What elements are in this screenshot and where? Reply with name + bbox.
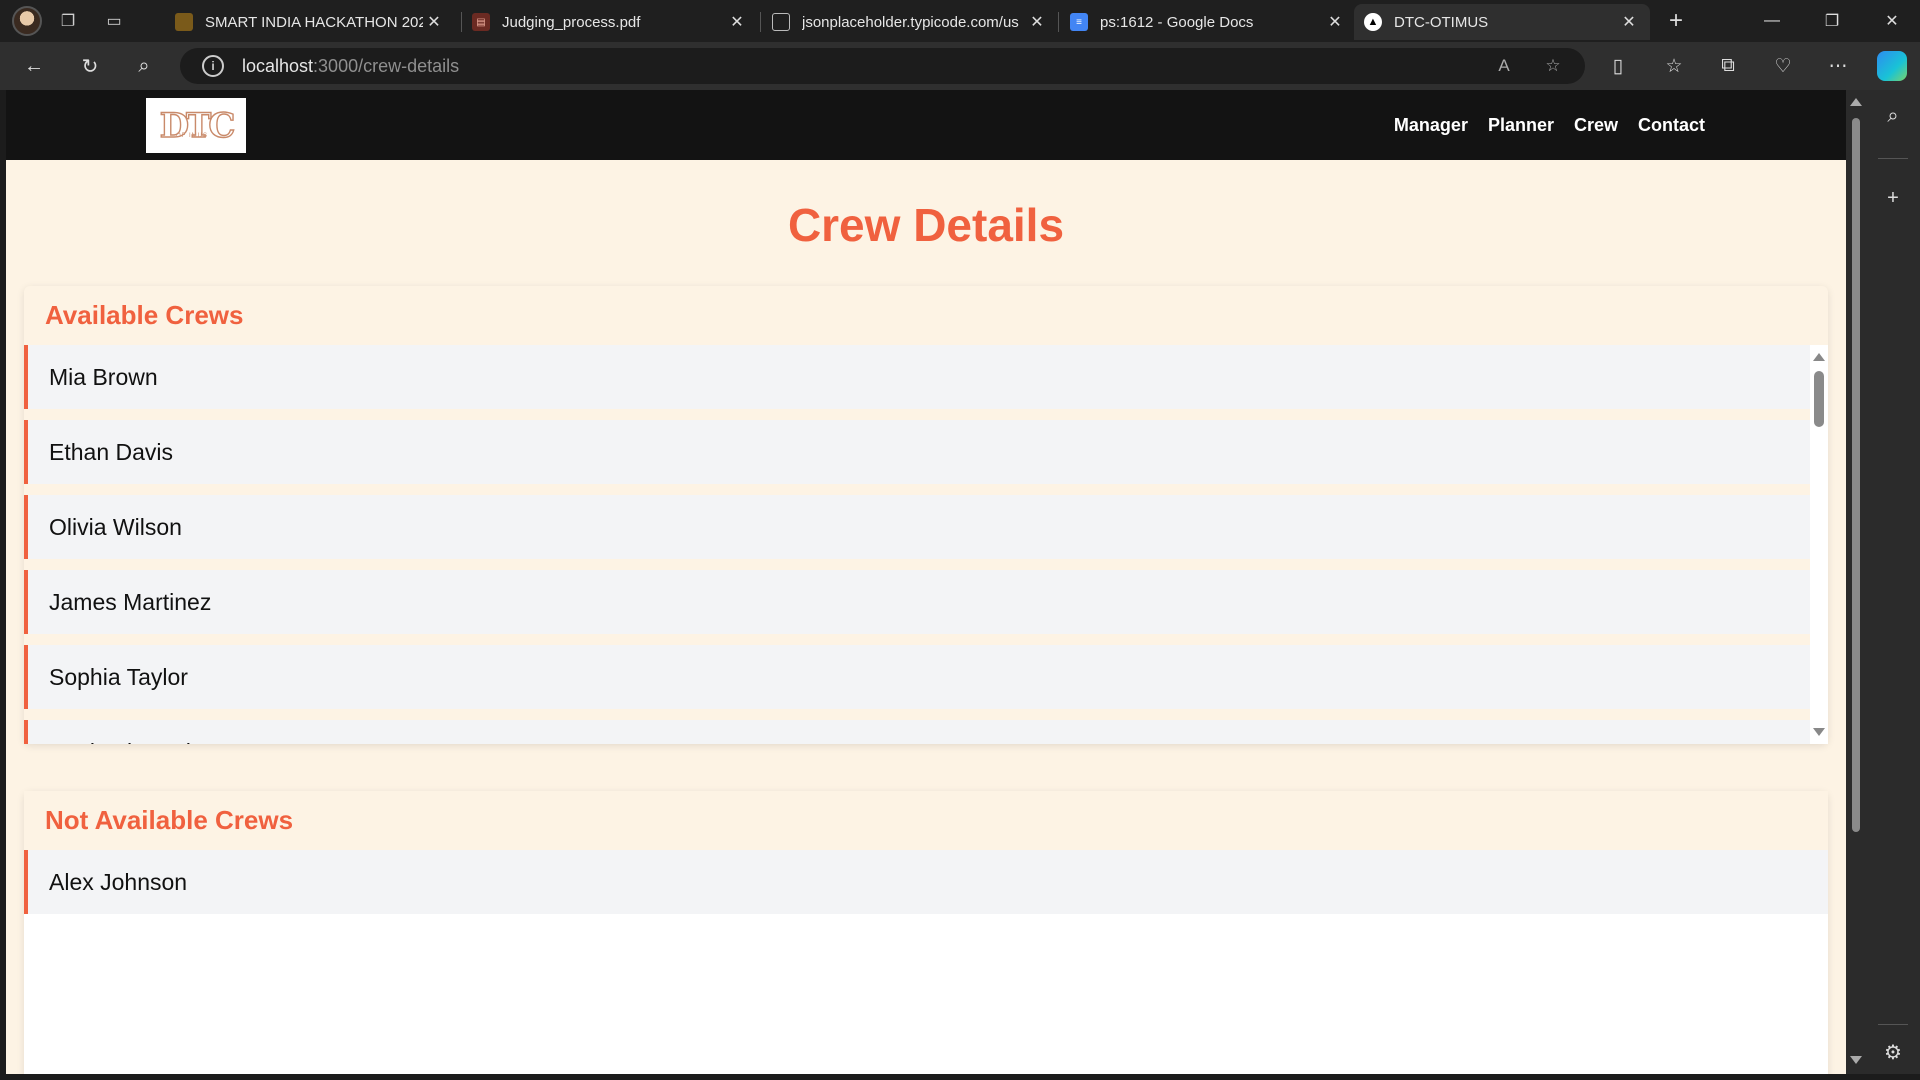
split-screen-icon[interactable]: ▯	[1600, 50, 1636, 82]
favorite-star-icon[interactable]: ☆	[1541, 54, 1565, 78]
page-title: Crew Details	[787, 199, 1065, 251]
collections-icon[interactable]: ⧉	[1710, 50, 1746, 82]
restore-icon[interactable]: ❐	[1804, 0, 1860, 42]
tab-google-docs[interactable]: ≡ ps:1612 - Google Docs ✕	[1060, 4, 1356, 40]
search-icon[interactable]: ⌕	[126, 50, 162, 82]
file-icon	[772, 13, 790, 31]
nav-crew[interactable]: Crew	[1574, 115, 1618, 136]
tab-jsonplaceholder[interactable]: jsonplaceholder.typicode.com/us ✕	[762, 4, 1058, 40]
favorites-icon[interactable]: ☆	[1656, 50, 1692, 82]
close-tab-icon[interactable]: ✕	[726, 12, 748, 32]
nav-contact[interactable]: Contact	[1638, 115, 1705, 136]
nav-links: Manager Planner Crew Contact	[1394, 90, 1705, 160]
crew-item[interactable]: Mia Brown	[24, 345, 1810, 409]
site-navbar: DTC OF IMUS Manager Planner Crew Contact	[6, 90, 1846, 160]
not-available-crews-list[interactable]: Alex Johnson	[24, 850, 1828, 925]
tab-dtc-otimus[interactable]: ▲ DTC-OTIMUS ✕	[1354, 4, 1650, 40]
new-tab-button[interactable]: +	[1660, 6, 1692, 36]
site-info-icon[interactable]: i	[202, 55, 224, 77]
minimize-icon[interactable]: —	[1744, 0, 1800, 42]
add-icon[interactable]: +	[1881, 186, 1905, 210]
scroll-thumb[interactable]	[1852, 118, 1860, 832]
back-icon[interactable]: ←	[16, 50, 52, 82]
page-viewport: DTC OF IMUS Manager Planner Crew Contact…	[6, 90, 1846, 1074]
available-crews-list[interactable]: Mia Brown Ethan Davis Olivia Wilson Jame…	[24, 345, 1828, 744]
tab-judging-pdf[interactable]: ▤ Judging_process.pdf ✕	[462, 4, 758, 40]
close-tab-icon[interactable]: ✕	[1618, 12, 1640, 32]
crew-item[interactable]: Sophia Taylor	[24, 645, 1810, 709]
more-options-icon[interactable]: ⋯	[1820, 50, 1856, 82]
list-scrollbar[interactable]	[1810, 345, 1828, 744]
copilot-icon[interactable]	[1877, 51, 1907, 81]
docs-icon: ≡	[1070, 13, 1088, 31]
search-icon[interactable]: ⌕	[1881, 104, 1905, 128]
not-available-crews-card: Not Available Crews Alex Johnson	[24, 791, 1828, 1074]
read-aloud-icon[interactable]: A	[1492, 54, 1516, 78]
browser-tab-bar: ❐ ▭ SMART INDIA HACKATHON 2024 ✕ ▤ Judgi…	[0, 0, 1920, 42]
workspaces-icon[interactable]: ❐	[48, 4, 88, 38]
refresh-icon[interactable]: ↻	[72, 50, 108, 82]
scroll-up-arrow-icon[interactable]	[1850, 98, 1862, 106]
scroll-thumb[interactable]	[1814, 371, 1824, 427]
dtc-logo[interactable]: DTC OF IMUS	[146, 98, 246, 153]
settings-gear-icon[interactable]: ⚙	[1881, 1040, 1905, 1064]
crew-item[interactable]: Olivia Wilson	[24, 495, 1810, 559]
address-bar[interactable]: i localhost:3000/crew-details A ☆	[180, 48, 1585, 84]
scroll-down-arrow-icon[interactable]	[1850, 1056, 1862, 1064]
close-tab-icon[interactable]: ✕	[423, 12, 445, 32]
available-crews-card: Available Crews Mia Brown Ethan Davis Ol…	[24, 286, 1828, 744]
tab-smart-india[interactable]: SMART INDIA HACKATHON 2024 ✕	[165, 4, 455, 40]
crew-item[interactable]: Alex Johnson	[24, 850, 1828, 914]
available-crews-heading: Available Crews	[45, 300, 244, 330]
crew-item[interactable]: Benjamin Anderson	[24, 720, 1810, 744]
scroll-up-arrow-icon[interactable]	[1813, 353, 1825, 361]
crew-item[interactable]: James Martinez	[24, 570, 1810, 634]
not-available-crews-heading: Not Available Crews	[24, 791, 1828, 850]
close-tab-icon[interactable]: ✕	[1026, 12, 1048, 32]
scroll-down-arrow-icon[interactable]	[1813, 728, 1825, 736]
url-text[interactable]: localhost:3000/crew-details	[242, 56, 459, 77]
edge-sidebar: ⌕ + ⚙	[1866, 90, 1920, 1080]
page-scrollbar[interactable]	[1846, 90, 1866, 1074]
crew-item[interactable]: Ethan Davis	[24, 420, 1810, 484]
pdf-icon: ▤	[472, 13, 490, 31]
address-toolbar: ← ↻ ⌕ i localhost:3000/crew-details A ☆ …	[0, 42, 1920, 90]
close-tab-icon[interactable]: ✕	[1324, 12, 1346, 32]
tab-actions-icon[interactable]: ▭	[94, 4, 134, 38]
browser-essentials-icon[interactable]: ♡	[1765, 50, 1801, 82]
profile-avatar[interactable]	[12, 6, 42, 36]
nav-manager[interactable]: Manager	[1394, 115, 1468, 136]
close-window-icon[interactable]: ✕	[1864, 0, 1920, 42]
triangle-icon: ▲	[1364, 13, 1382, 31]
slides-icon	[175, 13, 193, 31]
nav-planner[interactable]: Planner	[1488, 115, 1554, 136]
